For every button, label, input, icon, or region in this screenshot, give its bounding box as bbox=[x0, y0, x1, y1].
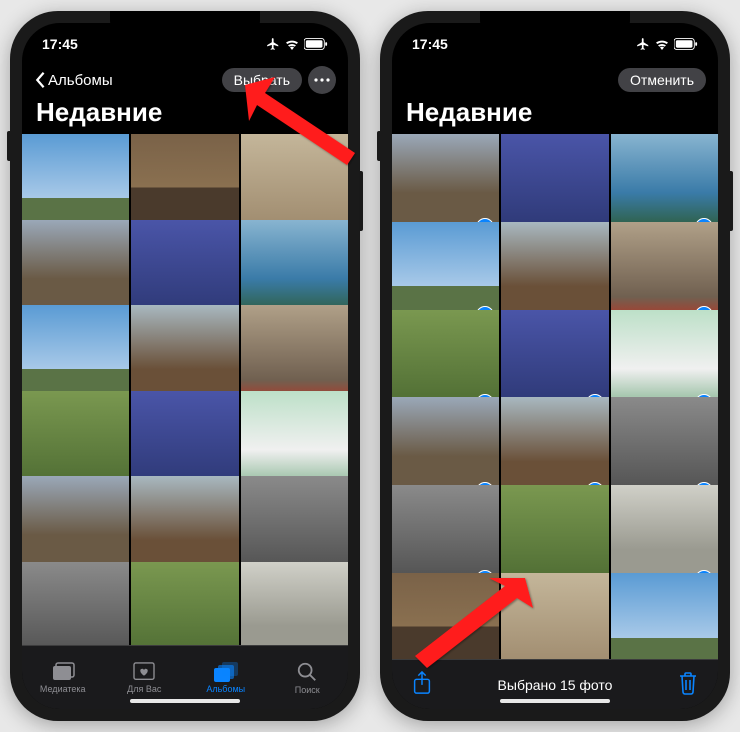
home-indicator[interactable] bbox=[130, 699, 240, 703]
tab-label: Поиск bbox=[295, 685, 320, 695]
arrow-annotation bbox=[235, 75, 365, 175]
notch bbox=[480, 11, 630, 37]
airplane-icon bbox=[636, 37, 650, 51]
photo-thumbnail[interactable] bbox=[611, 573, 718, 659]
photo-thumbnail[interactable] bbox=[22, 562, 129, 646]
tab-search[interactable]: Поиск bbox=[267, 646, 349, 709]
status-time: 17:45 bbox=[412, 36, 448, 52]
cancel-button[interactable]: Отменить bbox=[618, 68, 706, 92]
battery-icon bbox=[674, 38, 698, 50]
chevron-left-icon bbox=[34, 71, 46, 89]
photo-thumbnail[interactable] bbox=[241, 562, 348, 646]
tab-label: Альбомы bbox=[206, 684, 245, 694]
photo-thumbnail[interactable] bbox=[131, 562, 238, 646]
tab-library[interactable]: Медиатека bbox=[22, 646, 104, 709]
status-icons bbox=[266, 37, 328, 51]
search-icon bbox=[296, 661, 318, 683]
back-button[interactable]: Альбомы bbox=[34, 71, 113, 89]
status-icons bbox=[636, 37, 698, 51]
nav-bar: Отменить bbox=[392, 61, 718, 97]
trash-icon bbox=[678, 671, 698, 695]
page-title: Недавние bbox=[392, 97, 718, 134]
delete-button[interactable] bbox=[678, 671, 698, 698]
battery-icon bbox=[304, 38, 328, 50]
notch bbox=[110, 11, 260, 37]
albums-icon bbox=[214, 662, 238, 682]
status-time: 17:45 bbox=[42, 36, 78, 52]
wifi-icon bbox=[654, 38, 670, 50]
arrow-annotation bbox=[405, 570, 535, 680]
library-icon bbox=[51, 662, 75, 682]
wifi-icon bbox=[284, 38, 300, 50]
home-indicator[interactable] bbox=[500, 699, 610, 703]
back-label: Альбомы bbox=[48, 72, 113, 89]
photo-grid[interactable]: ♡♡♡♡♡♡♡♡ bbox=[22, 134, 348, 645]
tab-label: Для Вас bbox=[127, 684, 161, 694]
tab-label: Медиатека bbox=[40, 684, 86, 694]
heart-icon bbox=[133, 662, 155, 682]
airplane-icon bbox=[266, 37, 280, 51]
